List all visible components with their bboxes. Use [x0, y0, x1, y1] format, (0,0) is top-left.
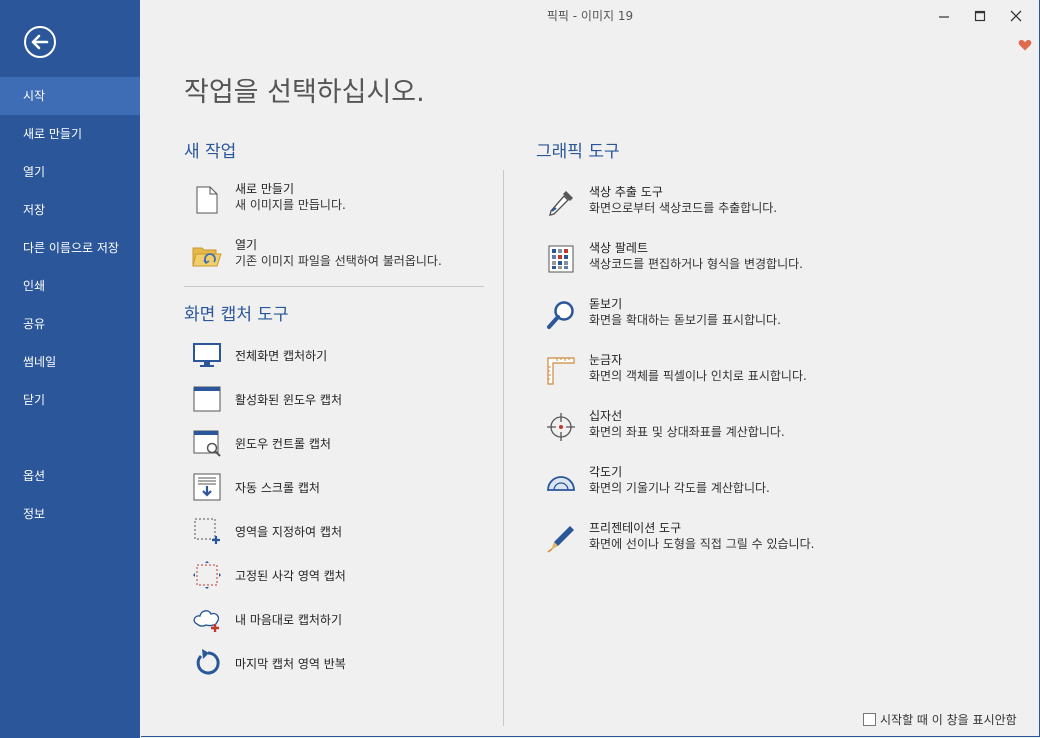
task-title: 각도기 — [589, 465, 623, 479]
task-title: 프리젠테이션 도구 — [589, 521, 682, 535]
nav-item-save-as[interactable]: 다른 이름으로 저장 — [0, 229, 140, 267]
task-desc: 새 이미지를 만듭니다. — [235, 198, 346, 212]
crosshair-icon — [547, 413, 575, 441]
protractor-icon — [547, 476, 575, 491]
minimize-button[interactable] — [936, 8, 952, 24]
document-icon — [196, 186, 218, 214]
nav-item-open[interactable]: 열기 — [0, 153, 140, 191]
task-title: 내 마음대로 캡처하기 — [235, 613, 342, 627]
ruler-icon — [547, 357, 575, 385]
window-title: 픽픽 - 이미지 19 — [546, 9, 634, 23]
sidebar: 시작 새로 만들기 열기 저장 다른 이름으로 저장 인쇄 공유 썸네일 닫기 … — [0, 0, 140, 738]
eyedropper-icon — [549, 191, 573, 216]
task-title: 눈금자 — [589, 353, 623, 367]
window-control-icon — [193, 430, 221, 457]
back-button[interactable] — [23, 25, 57, 59]
nav-item-options[interactable]: 옵션 — [0, 457, 140, 495]
section-title-new-task: 새 작업 — [184, 142, 237, 162]
nav-item-close[interactable]: 닫기 — [0, 381, 140, 419]
main-panel: 픽픽 - 이미지 19 작업을 선택하십시오. 새 작업 새로 만들기 새 이미… — [141, 0, 1040, 737]
checkbox-box[interactable] — [863, 713, 876, 726]
active-window-icon — [193, 386, 221, 412]
maximize-button[interactable] — [972, 8, 988, 24]
maximize-icon — [974, 10, 986, 22]
dont-show-on-start-checkbox[interactable]: 시작할 때 이 창을 표시안함 — [863, 711, 1017, 728]
section-divider — [184, 286, 484, 287]
nav-list: 시작 새로 만들기 열기 저장 다른 이름으로 저장 인쇄 공유 썸네일 닫기 … — [0, 77, 140, 533]
task-title: 색상 추출 도구 — [589, 185, 663, 199]
section-title-capture: 화면 캡처 도구 — [184, 305, 289, 325]
task-desc: 기존 이미지 파일을 선택하여 불러옵니다. — [235, 254, 442, 268]
task-desc: 화면에 선이나 도형을 직접 그릴 수 있습니다. — [589, 537, 815, 551]
nav-item-new[interactable]: 새로 만들기 — [0, 115, 140, 153]
minimize-icon — [939, 16, 949, 18]
task-title: 마지막 캡처 영역 반복 — [235, 657, 346, 671]
task-title: 자동 스크롤 캡처 — [235, 481, 320, 495]
back-arrow-icon — [24, 26, 56, 58]
nav-item-thumbnail[interactable]: 썸네일 — [0, 343, 140, 381]
task-desc: 화면의 좌표 및 상대좌표를 계산합니다. — [589, 425, 785, 439]
monitor-icon — [193, 343, 221, 367]
task-desc: 색상코드를 편집하거나 형식을 변경합니다. — [589, 257, 803, 271]
checkbox-label: 시작할 때 이 창을 표시안함 — [880, 713, 1017, 727]
freehand-icon — [193, 610, 220, 632]
task-desc: 화면으로부터 색상코드를 추출합니다. — [589, 201, 778, 215]
close-icon — [1010, 10, 1022, 22]
pen-icon — [547, 526, 574, 553]
task-title: 십자선 — [589, 409, 623, 423]
section-title-graphics: 그래픽 도구 — [536, 142, 620, 162]
task-title: 돋보기 — [589, 297, 623, 311]
heart-icon — [1018, 40, 1032, 51]
task-title: 윈도우 컨트롤 캡처 — [235, 437, 331, 451]
nav-item-share[interactable]: 공유 — [0, 305, 140, 343]
page-title: 작업을 선택하십시오. — [184, 77, 425, 108]
repeat-icon — [196, 649, 220, 675]
nav-item-start[interactable]: 시작 — [0, 77, 140, 115]
task-title: 활성화된 윈도우 캡처 — [235, 393, 342, 407]
scroll-capture-icon — [193, 473, 221, 501]
column-divider — [503, 170, 504, 726]
task-desc: 화면의 기울기나 각도를 계산합니다. — [589, 481, 770, 495]
magnifier-icon — [547, 301, 574, 329]
task-desc: 화면을 확대하는 돋보기를 표시합니다. — [589, 313, 781, 327]
fixed-region-icon — [193, 561, 221, 589]
task-title: 전체화면 캡처하기 — [235, 349, 328, 363]
folder-open-icon — [192, 247, 222, 267]
close-button[interactable] — [1008, 8, 1024, 24]
task-desc: 화면의 객체를 픽셀이나 인치로 표시합니다. — [589, 369, 807, 383]
task-title: 고정된 사각 영역 캡처 — [235, 569, 346, 583]
task-title: 영역을 지정하여 캡처 — [235, 525, 342, 539]
heart-button[interactable] — [1018, 37, 1032, 51]
palette-icon — [548, 245, 574, 273]
task-title: 색상 팔레트 — [589, 241, 649, 255]
nav-item-about[interactable]: 정보 — [0, 495, 140, 533]
nav-item-save[interactable]: 저장 — [0, 191, 140, 229]
nav-item-print[interactable]: 인쇄 — [0, 267, 140, 305]
task-title: 새로 만들기 — [235, 182, 295, 196]
region-icon — [194, 518, 220, 544]
task-title: 열기 — [235, 238, 258, 252]
